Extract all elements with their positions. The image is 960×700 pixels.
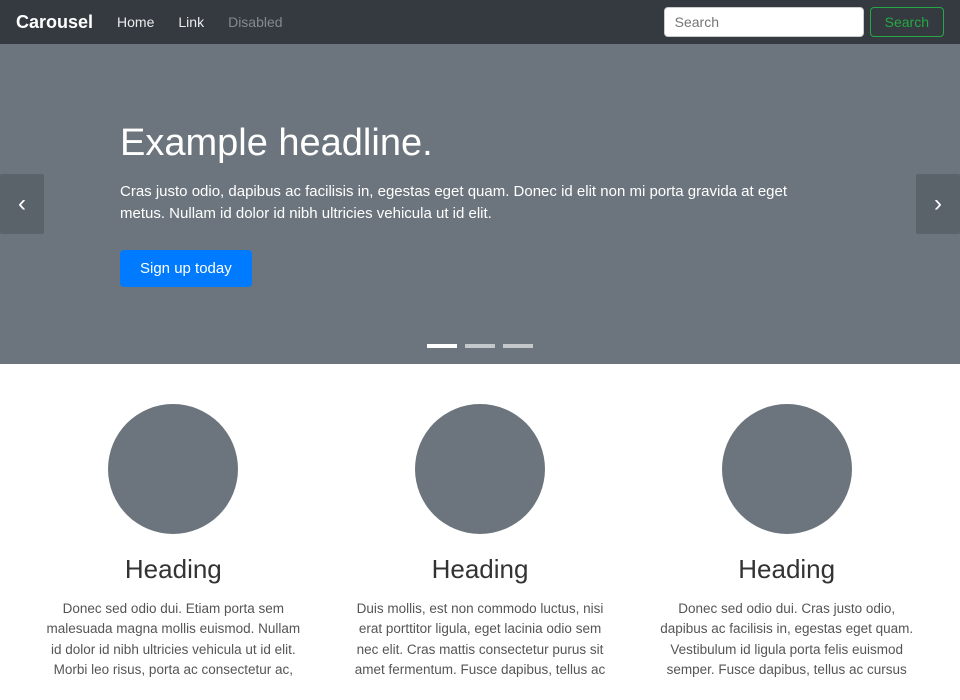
carousel-indicators bbox=[427, 344, 533, 348]
carousel-inner: Example headline. Cras justo odio, dapib… bbox=[0, 44, 960, 364]
carousel-dot-1[interactable] bbox=[427, 344, 457, 348]
content-text-2: Duis mollis, est non commodo luctus, nis… bbox=[347, 599, 614, 680]
nav-link-disabled: Disabled bbox=[220, 10, 290, 34]
content-section: Heading Donec sed odio dui. Etiam porta … bbox=[0, 364, 960, 700]
content-heading-3: Heading bbox=[653, 554, 920, 585]
content-col-3: Heading Donec sed odio dui. Cras justo o… bbox=[633, 404, 940, 680]
carousel-dot-2[interactable] bbox=[465, 344, 495, 348]
nav-links: Home Link Disabled bbox=[109, 10, 664, 34]
content-circle-1 bbox=[108, 404, 238, 534]
carousel-prev-button[interactable]: ‹ bbox=[0, 174, 44, 234]
content-heading-1: Heading bbox=[40, 554, 307, 585]
search-input[interactable] bbox=[664, 7, 864, 37]
nav-link-link[interactable]: Link bbox=[170, 10, 212, 34]
carousel-body: Cras justo odio, dapibus ac facilisis in… bbox=[120, 181, 800, 226]
content-col-2: Heading Duis mollis, est non commodo luc… bbox=[327, 404, 634, 680]
navbar: Carousel Home Link Disabled Search bbox=[0, 0, 960, 44]
content-circle-3 bbox=[722, 404, 852, 534]
content-col-1: Heading Donec sed odio dui. Etiam porta … bbox=[20, 404, 327, 680]
signup-button[interactable]: Sign up today bbox=[120, 250, 252, 287]
content-text-3: Donec sed odio dui. Cras justo odio, dap… bbox=[653, 599, 920, 680]
nav-link-home[interactable]: Home bbox=[109, 10, 162, 34]
content-circle-2 bbox=[415, 404, 545, 534]
content-text-1: Donec sed odio dui. Etiam porta sem male… bbox=[40, 599, 307, 680]
carousel-slide: Example headline. Cras justo odio, dapib… bbox=[0, 122, 920, 287]
content-heading-2: Heading bbox=[347, 554, 614, 585]
carousel-next-button[interactable]: › bbox=[916, 174, 960, 234]
navbar-brand[interactable]: Carousel bbox=[16, 12, 93, 33]
carousel-headline: Example headline. bbox=[120, 122, 800, 165]
navbar-search: Search bbox=[664, 7, 944, 37]
carousel: ‹ Example headline. Cras justo odio, dap… bbox=[0, 44, 960, 364]
carousel-dot-3[interactable] bbox=[503, 344, 533, 348]
search-button[interactable]: Search bbox=[870, 7, 944, 37]
